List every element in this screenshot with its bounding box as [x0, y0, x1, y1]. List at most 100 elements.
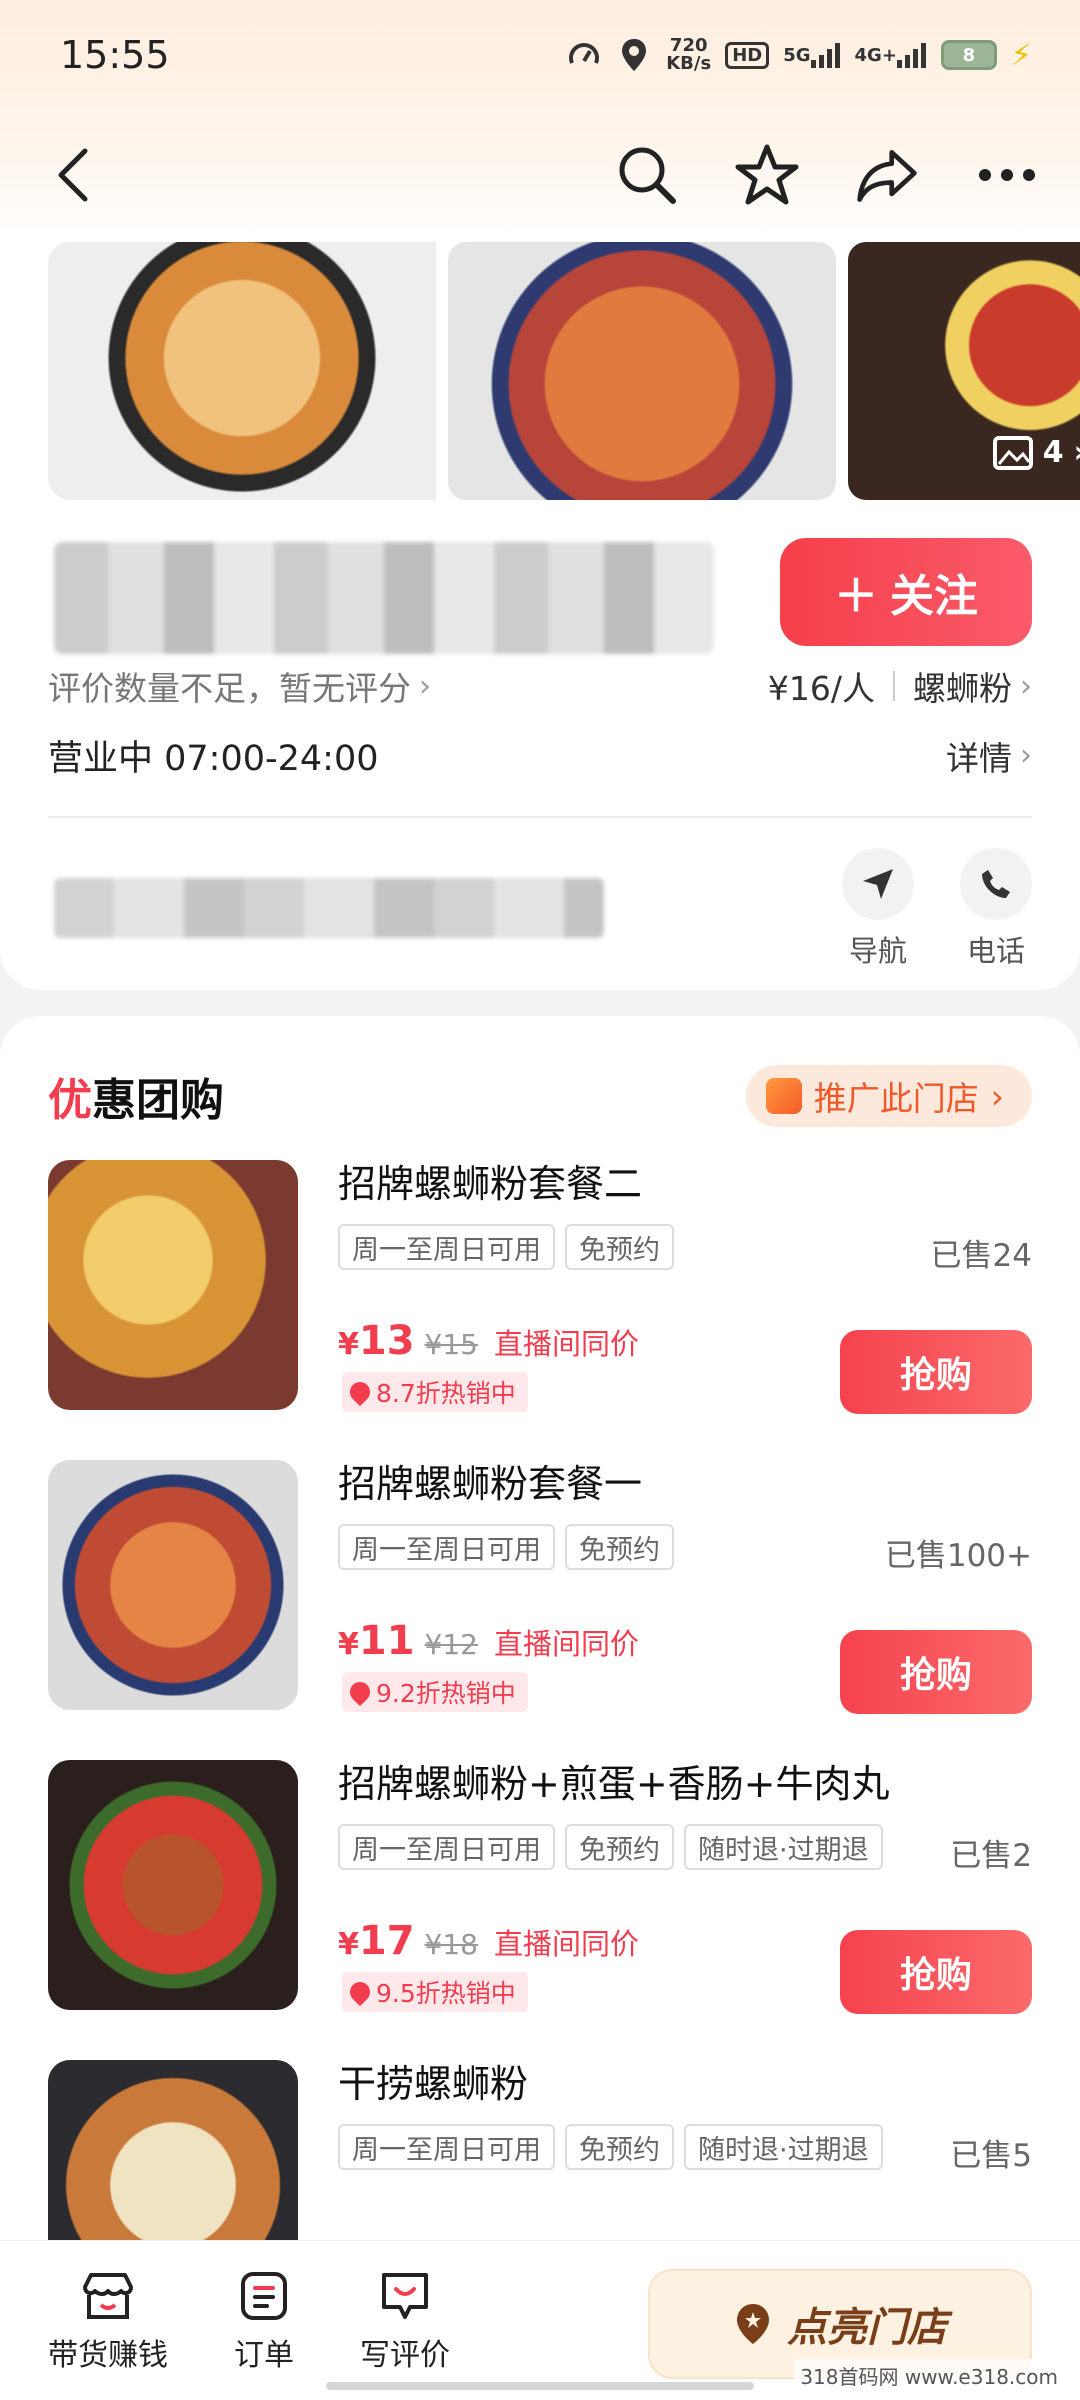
- shop-photo[interactable]: 4 ›: [848, 242, 1080, 500]
- buy-button[interactable]: 抢购: [840, 1930, 1032, 2014]
- sold-count: 已售2: [950, 1838, 1032, 1874]
- deal-tag: 免预约: [565, 2124, 674, 2170]
- phone-label: 电话: [966, 934, 1025, 968]
- review-icon: [377, 2268, 433, 2324]
- deal-item[interactable]: 招牌螺蛳粉套餐二 周一至周日可用 免预约 已售24 ¥13 ¥15 直播间同价 …: [48, 1160, 1032, 1414]
- address-actions: 导航 电话: [842, 848, 1032, 970]
- deal-name: 招牌螺蛳粉套餐一: [338, 1462, 643, 1506]
- category-link[interactable]: ¥16/人 螺蛳粉 ›: [768, 662, 1032, 710]
- discount-badge: 8.7折热销中: [342, 1372, 528, 1412]
- deal-tags: 周一至周日可用 免预约: [338, 1524, 674, 1570]
- speed-unit: KB/s: [666, 53, 712, 74]
- deal-tag: 随时退·过期退: [684, 2124, 883, 2170]
- photo-count[interactable]: 4 ›: [992, 435, 1080, 470]
- follow-label: 关注: [890, 571, 978, 622]
- charging-icon: ⚡: [1010, 37, 1032, 73]
- share-button[interactable]: [854, 142, 920, 208]
- currency-symbol: ¥: [338, 1927, 359, 1962]
- speedometer-icon: [566, 35, 602, 75]
- tab-review[interactable]: 写评价: [360, 2268, 450, 2374]
- back-button[interactable]: [40, 142, 106, 208]
- live-price-note: 直播间同价: [494, 1927, 640, 1961]
- price-value: 11: [358, 1618, 415, 1664]
- price-row: ¥13 ¥15 直播间同价: [338, 1318, 639, 1364]
- discount-text: 9.5折热销中: [376, 1979, 516, 2008]
- shop-photo[interactable]: [48, 242, 436, 500]
- favorite-button[interactable]: [734, 142, 800, 208]
- search-icon: [619, 147, 676, 204]
- more-button[interactable]: [974, 142, 1040, 208]
- battery-indicator: 8: [940, 40, 997, 70]
- live-price-note: 直播间同价: [494, 1327, 640, 1361]
- live-price-note: 直播间同价: [494, 1627, 640, 1661]
- detail-link[interactable]: 详情 ›: [946, 732, 1032, 780]
- image-icon: [992, 435, 1033, 470]
- deal-tag: 周一至周日可用: [338, 2124, 555, 2170]
- price-value: 17: [358, 1918, 415, 1964]
- group-deals-section: 优惠团购 推广此门店 › 招牌螺蛳粉套餐二 周一至周日可用 免预约 已售24 ¥…: [0, 1016, 1080, 2400]
- price-per-person: ¥16/人: [767, 669, 875, 708]
- deals-header: 优惠团购 推广此门店 ›: [48, 1064, 1032, 1128]
- deal-image[interactable]: [48, 1460, 298, 1710]
- star-icon: [735, 144, 799, 205]
- watermark: 318首码网 www.e318.com: [794, 2359, 1064, 2392]
- chevron-right-icon: ›: [1020, 738, 1032, 773]
- deal-tag: 随时退·过期退: [684, 1824, 883, 1870]
- deal-tags: 周一至周日可用 免预约 随时退·过期退: [338, 1824, 883, 1870]
- status-icons: 720 KB/s HD 5G 4G+ 8 ⚡: [566, 35, 1032, 75]
- deal-tag: 免预约: [565, 1524, 674, 1570]
- price-row: ¥17 ¥18 直播间同价: [338, 1918, 639, 1964]
- shop-photo[interactable]: [448, 242, 836, 500]
- share-icon: [857, 150, 917, 202]
- deal-tags: 周一至周日可用 免预约: [338, 1224, 674, 1270]
- signal-5g-icon: 5G: [783, 35, 840, 75]
- home-indicator: [326, 2382, 754, 2390]
- tab-orders-label: 订单: [234, 2337, 294, 2373]
- hours-row: 营业中 07:00-24:00 详情 ›: [48, 730, 1032, 781]
- chevron-right-icon: ›: [1074, 435, 1080, 470]
- net-4g-label: 4G+: [854, 44, 897, 66]
- status-time: 15:55: [60, 33, 170, 77]
- navigate-button[interactable]: 导航: [842, 848, 914, 970]
- photo-gallery[interactable]: 4 ›: [48, 242, 1080, 502]
- original-price: ¥15: [424, 1328, 478, 1361]
- promote-label: 推广此门店: [813, 1079, 979, 1118]
- deal-item[interactable]: 招牌螺蛳粉+煎蛋+香肠+牛肉丸 周一至周日可用 免预约 随时退·过期退 已售2 …: [48, 1760, 1032, 2014]
- phone-button[interactable]: 电话: [960, 848, 1032, 970]
- section-title-accent: 优: [48, 1075, 92, 1126]
- deal-tag: 免预约: [565, 1224, 674, 1270]
- deal-item[interactable]: 招牌螺蛳粉套餐一 周一至周日可用 免预约 已售100+ ¥11 ¥12 直播间同…: [48, 1460, 1032, 1714]
- deal-name: 招牌螺蛳粉+煎蛋+香肠+牛肉丸: [338, 1762, 890, 1806]
- deal-image[interactable]: [48, 1160, 298, 1410]
- price-value: 13: [358, 1318, 415, 1364]
- currency-symbol: ¥: [338, 1327, 359, 1362]
- discount-text: 9.2折热销中: [376, 1679, 516, 1708]
- promote-store-button[interactable]: 推广此门店 ›: [745, 1065, 1032, 1127]
- sold-count: 已售100+: [884, 1538, 1032, 1574]
- shop-bag-icon: [765, 1078, 802, 1114]
- buy-button[interactable]: 抢购: [840, 1330, 1032, 1414]
- rating-link[interactable]: 评价数量不足，暂无评分 ›: [48, 662, 431, 710]
- shop-name-blurred: [54, 542, 714, 654]
- buy-button[interactable]: 抢购: [840, 1630, 1032, 1714]
- deal-tag: 周一至周日可用: [338, 1824, 555, 1870]
- tag-icon: [345, 1377, 375, 1407]
- hd-badge: HD: [725, 41, 770, 69]
- discount-badge: 9.5折热销中: [342, 1972, 528, 2012]
- more-dots-icon: [979, 169, 1035, 181]
- search-button[interactable]: [614, 142, 680, 208]
- follow-button[interactable]: ＋ 关注: [780, 538, 1032, 646]
- light-up-label: 点亮门店: [787, 2305, 947, 2351]
- phone-icon: [960, 848, 1032, 920]
- original-price: ¥12: [424, 1628, 478, 1661]
- sold-count: 已售24: [930, 1238, 1032, 1274]
- tab-review-label: 写评价: [360, 2337, 450, 2373]
- photo-count-value: 4: [1042, 435, 1064, 470]
- network-speed: 720 KB/s: [666, 37, 711, 73]
- nav-bar: [0, 120, 1080, 230]
- tab-orders[interactable]: 订单: [234, 2268, 294, 2374]
- currency-symbol: ¥: [338, 1627, 359, 1662]
- tab-earn[interactable]: 带货赚钱: [48, 2268, 168, 2374]
- deal-image[interactable]: [48, 1760, 298, 2010]
- chevron-right-icon: ›: [990, 1076, 1004, 1116]
